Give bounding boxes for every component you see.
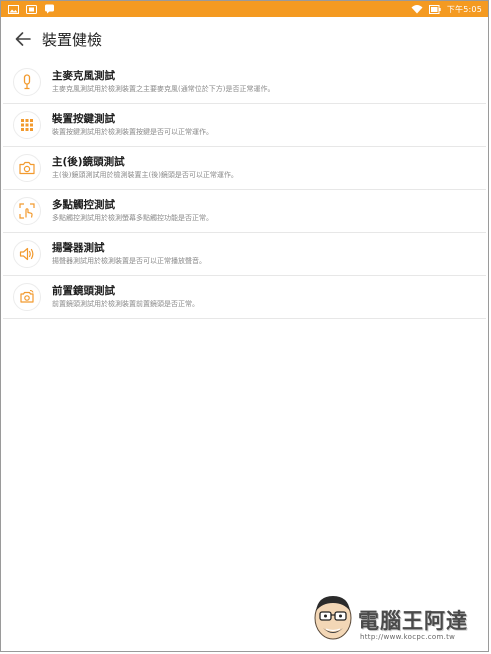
status-bar-right: 下午5:05 (411, 4, 488, 15)
item-title: 主麥克風測試 (52, 70, 115, 82)
arrow-left-icon (15, 32, 31, 46)
item-description: 裝置按鍵測試用於檢測裝置按鍵是否可以正常運作。 (52, 128, 213, 136)
status-bar-left (1, 4, 55, 14)
item-text: 主(後)鏡頭測試 主(後)鏡頭測試用於檢測裝置主(後)鏡頭是否可以正常運作。 (52, 156, 238, 180)
watermark: 電腦王阿達 http://www.kocpc.com.tw (310, 591, 480, 643)
back-button[interactable] (10, 26, 36, 52)
list-item-device-keys[interactable]: 裝置按鍵測試 裝置按鍵測試用於檢測裝置按鍵是否可以正常運作。 (3, 104, 486, 147)
watermark-url: http://www.kocpc.com.tw (360, 633, 456, 641)
gallery-icon (7, 4, 19, 14)
item-description: 主麥克風測試用於檢測裝置之主要麥克風(通常位於下方)是否正常運作。 (52, 85, 275, 93)
item-description: 主(後)鏡頭測試用於檢測裝置主(後)鏡頭是否可以正常運作。 (52, 171, 238, 179)
item-title: 揚聲器測試 (52, 242, 105, 254)
status-time: 下午5:05 (446, 4, 482, 14)
item-description: 揚聲器測試用於檢測裝置是否可以正常播放聲音。 (52, 257, 206, 265)
item-title: 主(後)鏡頭測試 (52, 156, 125, 168)
item-text: 裝置按鍵測試 裝置按鍵測試用於檢測裝置按鍵是否可以正常運作。 (52, 113, 213, 137)
watermark-text: 電腦王阿達 http://www.kocpc.com.tw (358, 609, 468, 643)
list-item-rear-camera[interactable]: 主(後)鏡頭測試 主(後)鏡頭測試用於檢測裝置主(後)鏡頭是否可以正常運作。 (3, 147, 486, 190)
page-title: 裝置健檢 (42, 30, 103, 49)
multitouch-icon (13, 197, 41, 225)
item-text: 主麥克風測試 主麥克風測試用於檢測裝置之主要麥克風(通常位於下方)是否正常運作。 (52, 70, 274, 94)
camera-icon (13, 154, 41, 182)
watermark-brand: 電腦王阿達 (358, 608, 468, 633)
list-item-multitouch[interactable]: 多點觸控測試 多點觸控測試用於檢測螢幕多點觸控功能是否正常。 (3, 190, 486, 233)
keypad-icon (13, 111, 41, 139)
battery-icon (428, 4, 441, 14)
app-window: 下午5:05 裝置健檢 主麥克風測試 主麥克風測試用於檢測裝置之主要麥克風(通常… (0, 0, 489, 652)
status-bar: 下午5:05 (1, 1, 488, 17)
screenshot-icon (25, 4, 37, 14)
microphone-icon (13, 68, 41, 96)
test-list: 主麥克風測試 主麥克風測試用於檢測裝置之主要麥克風(通常位於下方)是否正常運作。… (1, 61, 488, 319)
list-item-speaker[interactable]: 揚聲器測試 揚聲器測試用於檢測裝置是否可以正常播放聲音。 (3, 233, 486, 276)
item-title: 裝置按鍵測試 (52, 113, 115, 125)
mascot-face-icon (314, 596, 352, 640)
item-title: 多點觸控測試 (52, 199, 115, 211)
list-item-main-microphone[interactable]: 主麥克風測試 主麥克風測試用於檢測裝置之主要麥克風(通常位於下方)是否正常運作。 (3, 61, 486, 104)
item-text: 多點觸控測試 多點觸控測試用於檢測螢幕多點觸控功能是否正常。 (52, 199, 213, 223)
wifi-icon (411, 4, 423, 14)
item-text: 前置鏡頭測試 前置鏡頭測試用於檢測裝置前置鏡頭是否正常。 (52, 285, 199, 309)
list-item-front-camera[interactable]: 前置鏡頭測試 前置鏡頭測試用於檢測裝置前置鏡頭是否正常。 (3, 276, 486, 319)
speaker-icon (13, 240, 41, 268)
item-description: 前置鏡頭測試用於檢測裝置前置鏡頭是否正常。 (52, 300, 199, 308)
item-title: 前置鏡頭測試 (52, 285, 115, 297)
app-bar: 裝置健檢 (1, 17, 488, 61)
front-camera-icon (13, 283, 41, 311)
item-description: 多點觸控測試用於檢測螢幕多點觸控功能是否正常。 (52, 214, 213, 222)
chat-icon (43, 4, 55, 14)
item-text: 揚聲器測試 揚聲器測試用於檢測裝置是否可以正常播放聲音。 (52, 242, 206, 266)
